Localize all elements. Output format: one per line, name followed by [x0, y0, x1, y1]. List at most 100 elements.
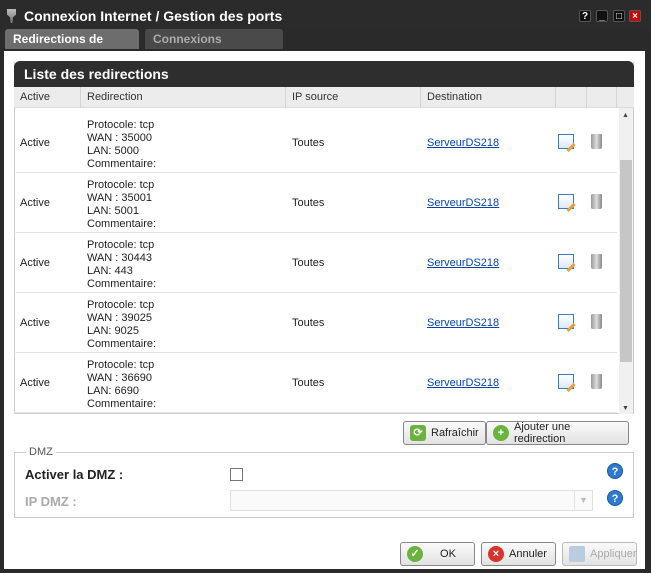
active-cell: Active	[20, 257, 50, 269]
panel-title: Liste des redirections	[14, 61, 634, 87]
chevron-down-icon[interactable]: ▼	[574, 491, 592, 510]
col-edit	[556, 87, 587, 108]
protocol: Protocole: tcp	[87, 119, 155, 131]
lan-port: LAN: 6690	[87, 385, 139, 397]
dmz-enable-checkbox[interactable]	[230, 468, 243, 481]
active-cell: Active	[20, 377, 50, 389]
cancel-label: Annuler	[509, 548, 547, 560]
lan-port: LAN: 5000	[87, 145, 139, 157]
ok-label: OK	[440, 548, 456, 560]
plus-icon: +	[493, 425, 509, 441]
lan-port: LAN: 5001	[87, 205, 139, 217]
lan-port: LAN: 443	[87, 265, 133, 277]
trash-icon[interactable]	[591, 374, 602, 389]
redirection-cell: Protocole: tcp WAN : 39025 LAN: 9025 Com…	[81, 293, 156, 353]
active-cell: Active	[20, 137, 50, 149]
ip-source-cell: Toutes	[292, 257, 325, 269]
help-icon[interactable]: ?	[607, 490, 623, 506]
wan-port: WAN : 39025	[87, 312, 153, 324]
destination-link[interactable]: ServeurDS218	[427, 317, 499, 329]
comment: Commentaire:	[87, 218, 157, 230]
destination-link[interactable]: ServeurDS218	[427, 197, 499, 209]
protocol: Protocole: tcp	[87, 299, 155, 311]
edit-icon[interactable]	[558, 194, 574, 209]
col-delete	[587, 87, 617, 108]
table-header: Active Redirection IP source Destination	[14, 87, 634, 108]
trash-icon[interactable]	[591, 134, 602, 149]
window-title: Connexion Internet / Gestion des ports	[24, 8, 283, 24]
table-body: Active Protocole: tcp WAN : 35000 LAN: 5…	[14, 113, 617, 413]
table-row: Active Protocole: tcp WAN : 36690 LAN: 6…	[14, 353, 617, 413]
active-cell: Active	[20, 197, 50, 209]
protocol: Protocole: tcp	[87, 239, 155, 251]
comment: Commentaire:	[87, 278, 157, 290]
add-label: Ajouter une redirection	[514, 421, 571, 445]
refresh-label: Rafraîchir	[431, 427, 479, 439]
active-cell: Active	[20, 317, 50, 329]
destination-link[interactable]: ServeurDS218	[427, 257, 499, 269]
col-destination[interactable]: Destination	[421, 87, 556, 108]
col-active[interactable]: Active	[14, 87, 81, 108]
plug-icon	[7, 9, 16, 23]
scroll-down-icon[interactable]: ▼	[622, 405, 629, 412]
scroll-thumb[interactable]	[620, 160, 632, 362]
edit-icon[interactable]	[558, 134, 574, 149]
refresh-button[interactable]: ⟳ Rafraîchir	[403, 421, 486, 445]
apply-button[interactable]: Appliquer	[562, 542, 637, 566]
edit-icon[interactable]	[558, 254, 574, 269]
apply-label: Appliquer	[590, 548, 637, 560]
wan-port: WAN : 36690	[87, 372, 153, 384]
dmz-enable-label: Activer la DMZ :	[25, 467, 124, 482]
redirection-cell: Protocole: tcp WAN : 36690 LAN: 6690 Com…	[81, 353, 156, 413]
save-icon	[569, 546, 585, 562]
help-icon[interactable]: ?	[607, 463, 623, 479]
cancel-icon: ×	[488, 546, 504, 562]
comment: Commentaire:	[87, 398, 157, 410]
ok-button[interactable]: ✓ OK	[400, 542, 475, 566]
tab-connexions-entrantes[interactable]: Connexions entrantes	[145, 29, 283, 66]
wan-port: WAN : 35000	[87, 132, 153, 144]
refresh-icon: ⟳	[410, 425, 426, 441]
trash-icon[interactable]	[591, 194, 602, 209]
tab-redirections[interactable]: Redirections de ports	[5, 29, 139, 66]
col-ip-source[interactable]: IP source	[286, 87, 421, 108]
ip-source-cell: Toutes	[292, 197, 325, 209]
check-icon: ✓	[407, 546, 423, 562]
protocol: Protocole: tcp	[87, 359, 155, 371]
maximize-button[interactable]: □	[613, 10, 625, 22]
edit-icon[interactable]	[558, 314, 574, 329]
col-redirection[interactable]: Redirection	[81, 87, 286, 108]
lan-port: LAN: 9025	[87, 325, 139, 337]
title-bar: Connexion Internet / Gestion des ports ?…	[0, 0, 651, 30]
dmz-legend: DMZ	[26, 446, 56, 458]
dmz-ip-select[interactable]	[230, 490, 593, 511]
minimize-button[interactable]: _	[596, 10, 608, 22]
wan-port: WAN : 35001	[87, 192, 153, 204]
ip-source-cell: Toutes	[292, 137, 325, 149]
table-row: Active Protocole: tcp WAN : 35001 LAN: 5…	[14, 173, 617, 233]
destination-link[interactable]: ServeurDS218	[427, 377, 499, 389]
redirection-cell: Protocole: tcp WAN : 35000 LAN: 5000 Com…	[81, 113, 156, 173]
trash-icon[interactable]	[591, 254, 602, 269]
table-row: Active Protocole: tcp WAN : 39025 LAN: 9…	[14, 293, 617, 353]
protocol: Protocole: tcp	[87, 179, 155, 191]
comment: Commentaire:	[87, 158, 157, 170]
add-redirection-button[interactable]: + Ajouter une redirection	[486, 421, 629, 445]
redirection-cell: Protocole: tcp WAN : 35001 LAN: 5001 Com…	[81, 173, 156, 233]
cancel-button[interactable]: × Annuler	[481, 542, 556, 566]
ip-source-cell: Toutes	[292, 317, 325, 329]
table-row: Active Protocole: tcp WAN : 35000 LAN: 5…	[14, 113, 617, 173]
scroll-up-icon[interactable]: ▲	[622, 112, 629, 119]
help-button[interactable]: ?	[579, 10, 591, 22]
wan-port: WAN : 30443	[87, 252, 153, 264]
scrollbar[interactable]: ▲ ▼	[619, 108, 633, 414]
edit-icon[interactable]	[558, 374, 574, 389]
trash-icon[interactable]	[591, 314, 602, 329]
table-row: Active Protocole: tcp WAN : 30443 LAN: 4…	[14, 233, 617, 293]
comment: Commentaire:	[87, 338, 157, 350]
ip-source-cell: Toutes	[292, 377, 325, 389]
redirection-cell: Protocole: tcp WAN : 30443 LAN: 443 Comm…	[81, 233, 156, 293]
dmz-ip-label: IP DMZ :	[25, 494, 77, 509]
close-button[interactable]: ×	[629, 10, 641, 22]
destination-link[interactable]: ServeurDS218	[427, 137, 499, 149]
